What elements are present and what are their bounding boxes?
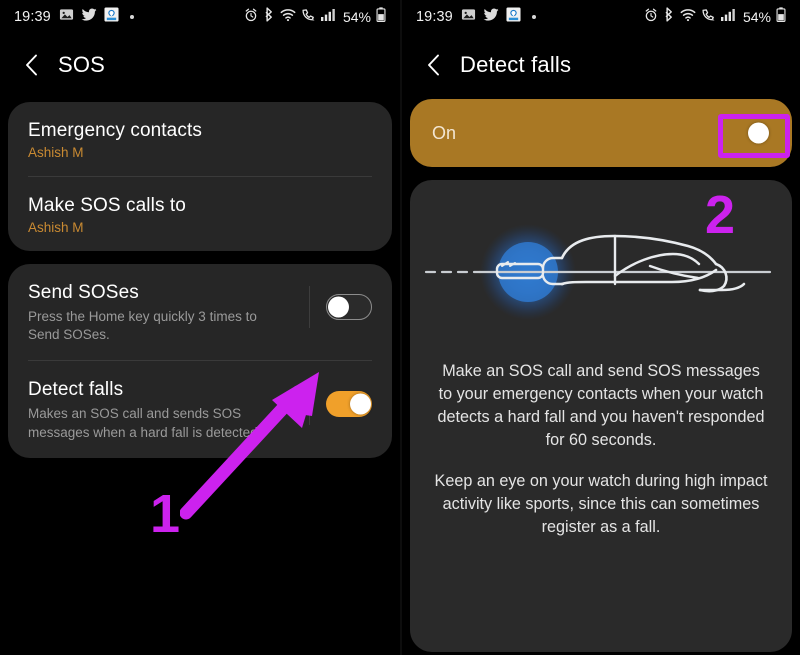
- list-item-title: Emergency contacts: [28, 120, 202, 141]
- more-dot-icon: [531, 15, 536, 19]
- app-bar-right: Detect falls: [402, 34, 800, 96]
- svg-text:1: 1: [712, 16, 715, 21]
- list-item-subtitle: Ashish M: [28, 145, 84, 160]
- status-left-icons: [461, 7, 536, 27]
- bluetooth-icon: [663, 7, 675, 27]
- battery-percent-label: 54%: [742, 9, 771, 25]
- dual-screenshot-container: 19:39 1 54% SOS Emergency contacts Ashis…: [0, 0, 800, 655]
- toggle-knob: [328, 296, 349, 318]
- list-item-send-soses[interactable]: Send SOSes Press the Home key quickly 3 …: [8, 264, 392, 360]
- list-item-detect-falls[interactable]: Detect falls Makes an SOS call and sends…: [8, 361, 392, 457]
- detect-falls-toggle-cell[interactable]: [309, 383, 372, 426]
- app-notification-icon: [104, 7, 119, 27]
- sos-options-card: Send SOSes Press the Home key quickly 3 …: [8, 264, 392, 458]
- svg-text:1: 1: [312, 16, 315, 21]
- list-item-emergency-contacts[interactable]: Emergency contacts Ashish M: [8, 102, 392, 176]
- alarm-icon: [244, 8, 258, 27]
- status-right-icons: 1 54%: [244, 7, 386, 27]
- list-item-subtitle: Makes an SOS call and sends SOS messages…: [28, 406, 262, 440]
- app-bar-left: SOS: [0, 34, 400, 96]
- alarm-icon: [644, 8, 658, 27]
- battery-icon: [776, 7, 786, 27]
- description-paragraph-1: Make an SOS call and send SOS messages t…: [437, 362, 765, 449]
- back-icon[interactable]: [18, 52, 44, 78]
- annotation-step-2-label: 2: [705, 185, 736, 245]
- battery-icon: [376, 7, 386, 27]
- signal-bars-icon: [720, 8, 736, 26]
- back-icon[interactable]: [420, 52, 446, 78]
- send-soses-toggle[interactable]: [326, 294, 372, 320]
- right-phone-screen: 19:39 1 54% Detect falls On Make an SOS …: [400, 0, 800, 655]
- status-time: 19:39: [416, 9, 453, 25]
- annotation-highlight-box-master-toggle: [718, 114, 790, 158]
- bluetooth-icon: [263, 7, 275, 27]
- more-dot-icon: [129, 15, 134, 19]
- wifi-icon: [280, 8, 296, 27]
- status-time: 19:39: [14, 9, 51, 25]
- wifi-icon: [680, 8, 696, 27]
- detect-falls-info-card: Make an SOS call and send SOS messages t…: [410, 180, 792, 652]
- volte-call-icon: 1: [701, 8, 716, 27]
- emergency-contacts-card: Emergency contacts Ashish M Make SOS cal…: [8, 102, 392, 251]
- left-phone-screen: 19:39 1 54% SOS Emergency contacts Ashis…: [0, 0, 400, 655]
- toggle-knob: [350, 393, 371, 415]
- volte-call-icon: 1: [301, 8, 316, 27]
- page-title: SOS: [58, 52, 106, 77]
- list-item-title: Detect falls: [28, 379, 124, 401]
- app-notification-icon: [506, 7, 521, 27]
- send-soses-toggle-cell[interactable]: [309, 286, 372, 328]
- twitter-icon: [81, 7, 97, 27]
- status-left-icons: [59, 7, 134, 27]
- description-block: Make an SOS call and send SOS messages t…: [410, 360, 792, 539]
- list-item-title: Send SOSes: [28, 282, 139, 303]
- gallery-icon: [461, 7, 476, 27]
- annotation-step-1-label: 1: [150, 484, 181, 544]
- list-item-subtitle: Ashish M: [28, 220, 84, 235]
- status-right-icons: 1 54%: [644, 7, 786, 27]
- list-item-make-sos-calls-to[interactable]: Make SOS calls to Ashish M: [8, 177, 392, 251]
- page-title: Detect falls: [460, 52, 572, 77]
- list-item-subtitle: Press the Home key quickly 3 times to Se…: [28, 309, 257, 343]
- list-item-title: Make SOS calls to: [28, 195, 186, 216]
- master-switch-state-label: On: [432, 122, 457, 143]
- gallery-icon: [59, 7, 74, 27]
- status-bar-right: 19:39 1 54%: [402, 0, 800, 34]
- signal-bars-icon: [320, 8, 336, 26]
- twitter-icon: [483, 7, 499, 27]
- status-bar-left: 19:39 1 54%: [0, 0, 400, 34]
- battery-percent-label: 54%: [342, 9, 371, 25]
- detect-falls-toggle[interactable]: [326, 391, 372, 418]
- description-paragraph-2: Keep an eye on your watch during high im…: [434, 472, 768, 536]
